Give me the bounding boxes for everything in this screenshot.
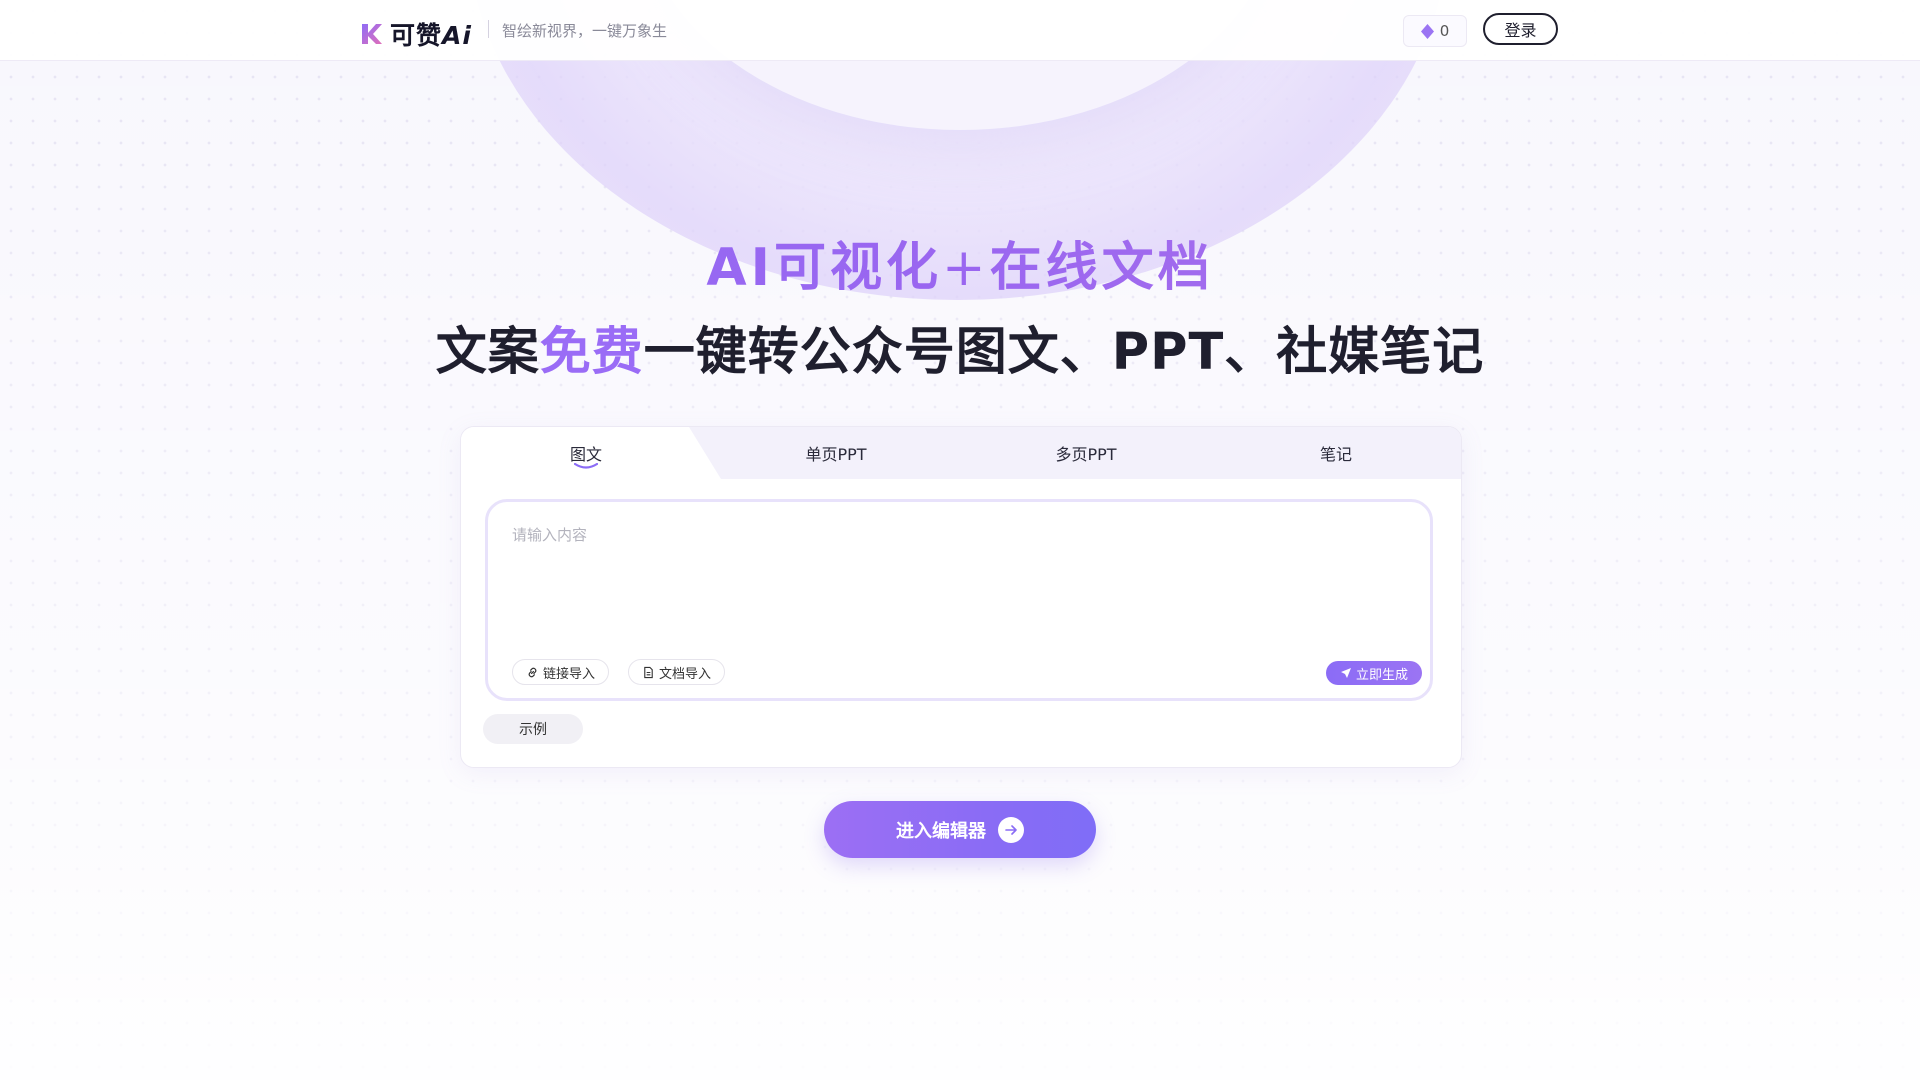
diamond-icon <box>1420 23 1434 39</box>
generate-button[interactable]: 立即生成 <box>1326 661 1423 685</box>
login-button[interactable]: 登录 <box>1483 13 1558 45</box>
slogan: 智绘新视界，一键万象生 <box>502 22 668 40</box>
active-tab-indicator <box>574 463 598 469</box>
logo-ai-text: Ai <box>442 21 472 50</box>
link-icon <box>528 667 537 677</box>
generate-label: 立即生成 <box>1356 667 1409 683</box>
logo-text: 可赞Ai <box>390 21 472 50</box>
input-card: 图文 单页PPT 多页PPT 笔记 链接导入 文档导入 立即生成 <box>460 426 1462 768</box>
logo-k-icon <box>362 24 382 44</box>
document-icon <box>644 666 653 678</box>
send-icon <box>1341 668 1351 678</box>
tab-graphic-text[interactable]: 图文 <box>461 427 711 479</box>
hero-title: AI可视化+在线文档 <box>0 225 1920 300</box>
doc-import-button[interactable]: 文档导入 <box>628 659 726 685</box>
doc-import-label: 文档导入 <box>659 666 712 682</box>
tab-single-ppt[interactable]: 单页PPT <box>711 427 961 479</box>
hero-title-plus: + <box>942 238 990 298</box>
hero-subtitle: 文案免费一键转公众号图文、PPT、社媒笔记 <box>435 323 1485 382</box>
credits-count: 0 <box>1439 22 1450 40</box>
credits-badge[interactable]: 0 <box>1403 15 1467 47</box>
tab-bar: 图文 单页PPT 多页PPT 笔记 <box>461 427 1461 479</box>
enter-editor-button[interactable]: 进入编辑器 <box>824 801 1096 858</box>
arrow-right-icon <box>998 816 1024 843</box>
example-button[interactable]: 示例 <box>483 714 583 744</box>
top-header: 可赞Ai 智绘新视界，一键万象生 0 登录 <box>0 0 1920 61</box>
header-divider <box>488 20 489 38</box>
content-input[interactable] <box>510 522 1394 636</box>
tab-notes[interactable]: 笔记 <box>1211 427 1461 479</box>
link-import-label: 链接导入 <box>543 666 596 682</box>
content-input-box: 链接导入 文档导入 立即生成 <box>485 499 1433 701</box>
tab-multi-ppt[interactable]: 多页PPT <box>961 427 1211 479</box>
link-import-button[interactable]: 链接导入 <box>512 659 610 685</box>
hero-subtitle-highlight: 免费 <box>539 323 644 382</box>
enter-editor-label: 进入编辑器 <box>896 820 986 842</box>
logo[interactable]: 可赞Ai <box>360 16 472 52</box>
